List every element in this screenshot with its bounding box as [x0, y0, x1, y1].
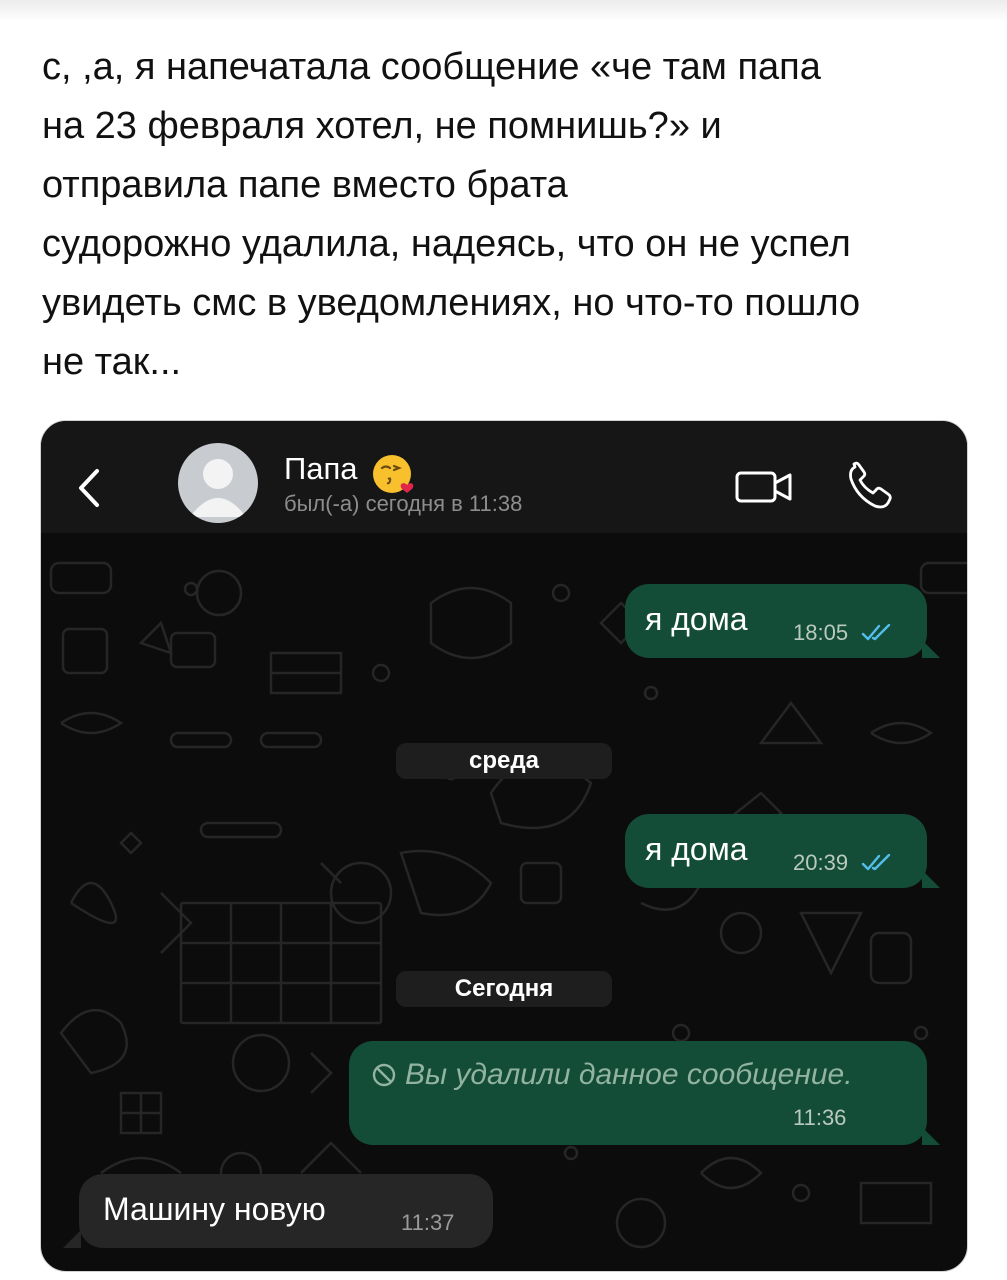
avatar[interactable] — [178, 443, 258, 523]
message-deleted[interactable]: Вы удалили данное сообщение. 11:36 — [349, 1041, 927, 1145]
last-seen-status: был(-а) сегодня в 11:38 — [284, 491, 523, 516]
top-fade — [0, 0, 1007, 22]
message-time: 11:37 — [401, 1210, 455, 1235]
prohibited-icon — [372, 1063, 396, 1087]
video-camera-icon[interactable] — [734, 467, 796, 507]
double-check-icon — [861, 624, 891, 641]
date-separator: среда — [396, 743, 612, 779]
deleted-message-text: Вы удалили данное сообщение. — [405, 1058, 853, 1091]
message-time: 18:05 — [793, 620, 849, 645]
message-outgoing[interactable]: я дома 20:39 — [625, 814, 927, 888]
bubble-tail — [922, 870, 940, 888]
date-separator: Сегодня — [396, 971, 612, 1007]
chat-header: Папа был(-а) сегодня в 11:38 — [41, 421, 967, 533]
post-line: судорожно удалила, надеясь, что он не ус… — [42, 223, 851, 265]
post-line: увидеть смс в уведомлениях, но что-то по… — [42, 282, 861, 324]
message-outgoing[interactable]: я дома 18:05 — [625, 584, 927, 658]
phone-icon[interactable] — [845, 461, 897, 513]
post-line: с, ,а, я напечатала сообщение «че там па… — [42, 46, 821, 88]
deleted-row: Вы удалили данное сообщение. — [371, 1058, 853, 1092]
bubble-tail — [63, 1230, 81, 1248]
default-avatar-icon — [190, 459, 246, 517]
message-incoming[interactable]: Машину новую 11:37 — [79, 1174, 493, 1248]
message-text: Машину новую — [103, 1191, 326, 1227]
message-time: 20:39 — [793, 850, 849, 875]
message-text: я дома — [645, 831, 748, 867]
chevron-left-icon[interactable] — [71, 463, 111, 513]
post-text: с, ,а, я напечатала сообщение «че там па… — [42, 38, 972, 392]
message-time: 11:36 — [793, 1105, 847, 1130]
bubble-tail — [922, 1127, 940, 1145]
double-check-icon — [861, 854, 891, 871]
bubble-tail — [922, 640, 940, 658]
message-text: я дома — [645, 601, 748, 637]
chat-screenshot: Папа был(-а) сегодня в 11:38 я дома 18:0… — [40, 420, 968, 1272]
post-line: не так... — [42, 341, 182, 383]
post-line: на 23 февраля хотел, не помнишь?» и — [42, 105, 722, 147]
post-line: отправила папе вместо брата — [42, 164, 568, 206]
contact-name[interactable]: Папа — [284, 451, 358, 487]
